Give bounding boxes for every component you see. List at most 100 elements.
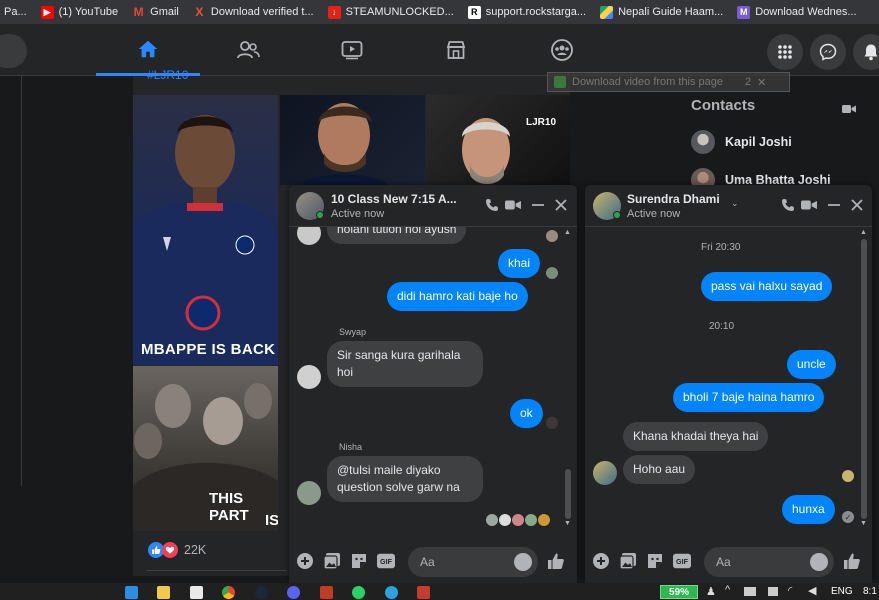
post-photo-ramos[interactable]: LJR10 [426, 95, 570, 185]
telegram-icon[interactable] [385, 586, 398, 599]
windows-start-icon[interactable] [125, 586, 138, 599]
message-bubble-incoming: Hoho aau [623, 455, 696, 484]
bookmark-download-verified[interactable]: X Download verified t... [193, 5, 313, 19]
wifi-icon[interactable]: ◜ [788, 584, 792, 597]
file-explorer-icon[interactable] [157, 586, 170, 599]
messenger-button[interactable] [810, 34, 846, 70]
more-actions-button[interactable] [592, 552, 610, 570]
sticker-icon [352, 554, 366, 568]
bookmark-nepali-guide[interactable]: Nepali Guide Haam... [600, 5, 723, 19]
sticker-button[interactable] [646, 552, 664, 570]
gif-button[interactable]: GIF [377, 552, 395, 570]
whatsapp-icon[interactable] [352, 586, 365, 599]
chat-title: 10 Class New 7:15 A... [331, 192, 457, 206]
photo-button[interactable] [619, 552, 637, 570]
post-hashtag[interactable]: #LJR10 [147, 68, 188, 82]
bookmark-gmail[interactable]: M Gmail [132, 5, 179, 19]
plus-circle-icon [593, 553, 609, 569]
sender-name: Nisha [339, 442, 363, 452]
youtube-icon: ▶ [40, 5, 54, 19]
bookmark-youtube[interactable]: ▶ (1) YouTube [40, 5, 118, 19]
message-input-box[interactable] [704, 547, 834, 577]
grid-menu-icon [778, 45, 792, 59]
message-input-box[interactable] [408, 547, 538, 577]
tray-chevron-icon[interactable]: ^ [725, 584, 730, 596]
close-chat-button[interactable] [849, 197, 865, 213]
tray-storage-icon[interactable] [744, 587, 756, 596]
contact-name: Kapil Joshi [725, 135, 792, 149]
reactions-summary[interactable]: 22K [148, 542, 206, 558]
scrollbar[interactable]: ▲ ▼ [859, 229, 869, 529]
post-photo-mbappe[interactable]: MBAPPE IS BACK [133, 95, 278, 365]
player-silhouette [300, 103, 388, 185]
contact-item[interactable]: Kapil Joshi [691, 130, 792, 154]
discord-icon[interactable] [287, 586, 300, 599]
clock[interactable]: 8:1 [863, 586, 877, 597]
tab-marketplace[interactable] [404, 24, 508, 76]
video-call-button[interactable] [505, 197, 521, 213]
tray-user-icon[interactable]: ♟ [706, 585, 716, 598]
chat-status: Active now [627, 208, 681, 220]
message-bubble-outgoing: ok [510, 399, 543, 428]
like-button[interactable] [547, 552, 565, 570]
bookmark-steamunlocked[interactable]: ↓ STEAMUNLOCKED... [327, 5, 454, 19]
scroll-thumb[interactable] [861, 239, 867, 519]
new-room-button[interactable] [842, 101, 856, 119]
battery-indicator[interactable]: 59% [660, 585, 698, 599]
steam-icon[interactable] [255, 586, 268, 599]
x-icon: X [195, 5, 204, 19]
chat-header[interactable]: 10 Class New 7:15 A... Active now [289, 185, 577, 227]
close-icon[interactable]: ✕ [757, 76, 766, 89]
chevron-down-icon[interactable]: ⌄ [731, 198, 739, 209]
call-button[interactable] [780, 197, 796, 213]
scrollbar[interactable]: ▲ ▼ [563, 229, 573, 529]
speaker-icon[interactable]: ◀ [808, 584, 816, 597]
scroll-thumb[interactable] [565, 469, 571, 519]
store-icon[interactable] [190, 586, 203, 599]
notifications-button[interactable] [853, 34, 879, 70]
menu-button[interactable] [767, 34, 803, 70]
phone-icon [486, 199, 498, 211]
online-indicator [316, 211, 324, 219]
emoji-icon[interactable] [810, 553, 828, 571]
app-icon[interactable] [320, 586, 333, 599]
tray-network-icon[interactable] [768, 587, 778, 596]
video-camera-icon [842, 105, 856, 113]
tab-watch[interactable] [300, 24, 404, 76]
chat-header[interactable]: Surendra Dhami Active now ⌄ [585, 185, 872, 227]
chrome-icon[interactable] [222, 586, 235, 599]
tab-friends[interactable] [196, 24, 300, 76]
download-video-bar[interactable]: Download video from this page 2 ✕ [547, 72, 790, 92]
minimize-icon [532, 204, 544, 206]
scroll-down-arrow[interactable]: ▼ [564, 520, 571, 527]
minimize-button[interactable] [530, 197, 546, 213]
scroll-up-arrow[interactable]: ▲ [860, 229, 867, 236]
bookmark-download-wednesday[interactable]: M Download Wednes... [737, 5, 857, 19]
bookmark-rockstar[interactable]: R support.rockstarga... [467, 5, 586, 19]
sticker-button[interactable] [350, 552, 368, 570]
minimize-button[interactable] [826, 197, 842, 213]
steamunlocked-icon: ↓ [327, 5, 341, 19]
message-input[interactable] [408, 547, 512, 577]
scroll-down-arrow[interactable]: ▼ [860, 520, 867, 527]
post-photo-messi[interactable] [280, 95, 425, 185]
message-input[interactable] [704, 547, 808, 577]
active-app-icon[interactable] [417, 586, 430, 599]
bookmark-page[interactable]: Pa... [4, 6, 27, 18]
close-chat-button[interactable] [553, 197, 569, 213]
photo-icon [323, 553, 340, 570]
language-indicator[interactable]: ENG [831, 586, 853, 597]
message-bubble-outgoing: hunxa [782, 495, 835, 524]
photo-button[interactable] [323, 552, 341, 570]
search-bar[interactable] [0, 34, 27, 68]
post-photo-crowd[interactable]: THIS PART IS [133, 366, 278, 531]
battery-percent: 59% [668, 586, 689, 598]
video-call-button[interactable] [801, 197, 817, 213]
gif-button[interactable]: GIF [673, 552, 691, 570]
emoji-icon[interactable] [514, 553, 532, 571]
call-button[interactable] [484, 197, 500, 213]
like-button[interactable] [843, 552, 861, 570]
more-actions-button[interactable] [296, 552, 314, 570]
tab-groups[interactable] [510, 24, 614, 76]
scroll-up-arrow[interactable]: ▲ [564, 229, 571, 236]
